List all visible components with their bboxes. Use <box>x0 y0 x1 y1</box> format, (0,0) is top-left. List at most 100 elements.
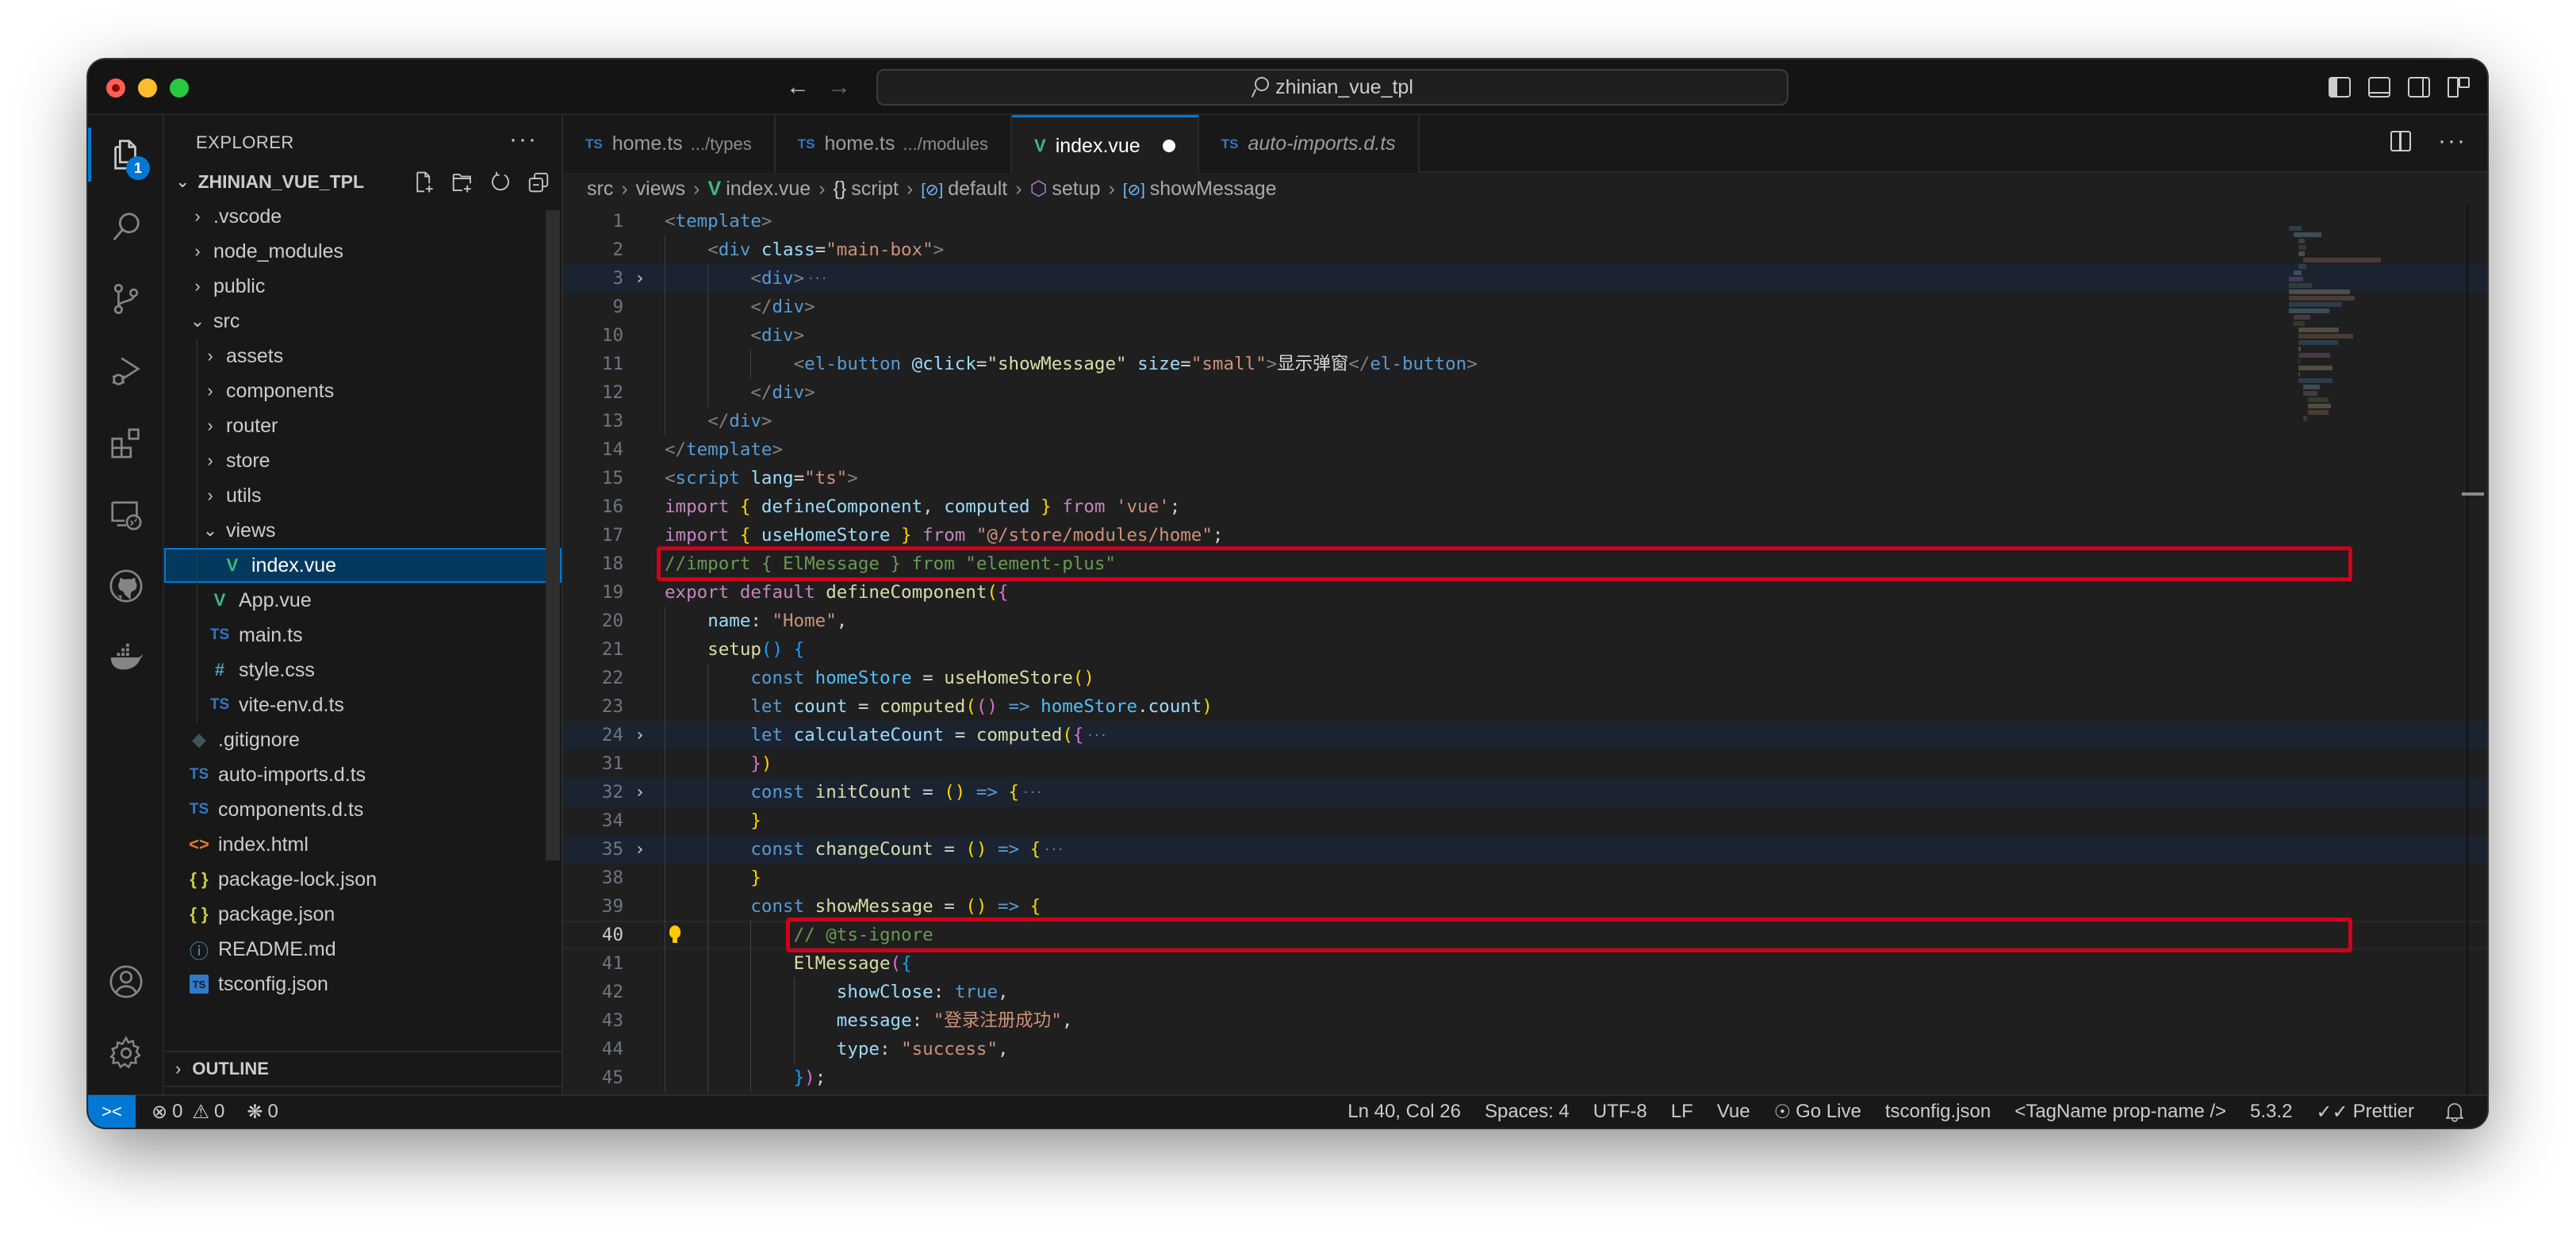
code-line[interactable]: 16 import { defineComponent, computed } f… <box>563 492 2487 521</box>
tree-file[interactable]: TS tsconfig.json <box>164 967 562 1000</box>
tree-folder[interactable]: › router <box>164 408 562 443</box>
fold-chevron-icon[interactable]: › <box>634 721 646 749</box>
code-line[interactable]: 38} <box>563 864 2487 892</box>
tree-folder[interactable]: ⌄ src <box>164 304 562 339</box>
code-line[interactable]: 43 message: "登录注册成功", <box>563 1006 2487 1035</box>
code-line[interactable]: 44 type: "success", <box>563 1035 2487 1063</box>
tab-home-ts[interactable]: TS home.ts .../types <box>563 115 776 173</box>
tree-folder[interactable]: › store <box>164 443 562 478</box>
code-line[interactable]: 15 <script lang="ts"> <box>563 464 2487 492</box>
code-line[interactable]: 34} <box>563 806 2487 835</box>
tree-folder[interactable]: › assets <box>164 339 562 374</box>
more-actions-icon[interactable]: ··· <box>2438 129 2467 153</box>
end-of-line[interactable]: LF <box>1671 1101 1693 1123</box>
code-line[interactable]: 12 </div> <box>563 378 2487 407</box>
code-line[interactable]: 42 showClose: true, <box>563 978 2487 1006</box>
code-line[interactable]: 24 › let calculateCount = computed({··· <box>563 721 2487 749</box>
code-editor[interactable]: 1 <template> 2 <div class="main-box"> 3 › <div… <box>563 207 2487 1094</box>
tree-file[interactable]: TS auto-imports.d.ts <box>164 757 562 792</box>
fold-chevron-icon[interactable]: › <box>634 264 646 293</box>
breadcrumb-item[interactable]: [⊘] default <box>921 178 1007 201</box>
activity-search[interactable] <box>88 194 164 261</box>
activity-docker[interactable] <box>88 624 164 691</box>
activity-source-control[interactable] <box>88 266 164 332</box>
folded-ellipsis-icon[interactable]: ··· <box>1022 787 1042 799</box>
code-line[interactable]: 31}) <box>563 749 2487 778</box>
activity-github[interactable] <box>88 553 164 619</box>
tree-folder[interactable]: › node_modules <box>164 234 562 269</box>
encoding[interactable]: UTF-8 <box>1593 1101 1647 1123</box>
tree-folder[interactable]: › .vscode <box>164 199 562 234</box>
code-line[interactable]: 39 const showMessage = () => { <box>563 892 2487 921</box>
collapse-all-icon[interactable] <box>527 170 550 194</box>
new-file-icon[interactable] <box>412 170 436 194</box>
activity-manage[interactable] <box>88 1020 164 1086</box>
folded-ellipsis-icon[interactable]: ··· <box>1044 844 1064 856</box>
tree-file[interactable]: { } package-lock.json <box>164 862 562 897</box>
activity-explorer[interactable]: 1 <box>88 121 164 188</box>
tab-auto-imports-d-ts[interactable]: TS auto-imports.d.ts <box>1198 115 1420 173</box>
breadcrumb-item[interactable]: {} script <box>834 178 899 201</box>
code-line[interactable]: 18 //import { ElMessage } from "element-p… <box>563 550 2487 578</box>
fold-chevron-icon[interactable]: › <box>634 835 646 864</box>
toggle-primary-sidebar-icon[interactable] <box>2329 77 2351 98</box>
code-line[interactable]: 45}); <box>563 1063 2487 1092</box>
code-line[interactable]: 11 <el-button @click="showMessage" size="… <box>563 350 2487 378</box>
tree-file[interactable]: V App.vue <box>164 583 562 618</box>
new-folder-icon[interactable] <box>450 170 474 194</box>
code-line[interactable]: 40 // @ts-ignore <box>563 921 2487 949</box>
code-line[interactable]: 22 const homeStore = useHomeStore() <box>563 664 2487 692</box>
indentation[interactable]: Spaces: 4 <box>1485 1101 1570 1123</box>
cursor-position[interactable]: Ln 40, Col 26 <box>1347 1101 1461 1123</box>
language-mode[interactable]: Vue <box>1717 1101 1750 1123</box>
code-line[interactable]: 35 › const changeCount = () => {··· <box>563 835 2487 864</box>
breadcrumb-item[interactable]: views <box>636 178 686 201</box>
code-line[interactable]: 1 <template> <box>563 207 2487 236</box>
remote-indicator[interactable]: >< <box>88 1095 136 1128</box>
minimize-window-button[interactable] <box>138 79 157 98</box>
toggle-secondary-sidebar-icon[interactable] <box>2408 77 2430 98</box>
tree-folder[interactable]: › public <box>164 269 562 304</box>
tree-file[interactable]: TS vite-env.d.ts <box>164 688 562 722</box>
typescript-version[interactable]: 5.3.2 <box>2250 1101 2292 1123</box>
code-line[interactable]: 19 export default defineComponent({ <box>563 578 2487 607</box>
close-window-button[interactable] <box>106 79 125 98</box>
code-line[interactable]: 21 setup() { <box>563 635 2487 664</box>
lightbulb-icon[interactable] <box>669 925 680 944</box>
editor-scrollbar[interactable] <box>2467 205 2487 1094</box>
code-line[interactable]: 9 </div> <box>563 293 2487 321</box>
refresh-icon[interactable] <box>489 170 512 194</box>
tree-file[interactable]: TS main.ts <box>164 618 562 653</box>
notifications-button[interactable] <box>2446 1101 2463 1122</box>
tree-folder[interactable]: › utils <box>164 478 562 513</box>
tree-file[interactable]: { } package.json <box>164 897 562 932</box>
split-editor-icon[interactable] <box>2390 131 2412 151</box>
command-center-search[interactable]: zhinian_vue_tpl <box>876 69 1788 105</box>
prettier-indicator[interactable]: ✓✓ Prettier <box>2316 1101 2414 1124</box>
code-line[interactable]: 2 <div class="main-box"> <box>563 236 2487 264</box>
project-header[interactable]: ⌄ ZHINIAN_VUE_TPL <box>164 164 562 199</box>
problems-indicator[interactable]: ⊗ 0 ⚠ 0 <box>151 1101 224 1124</box>
toggle-panel-icon[interactable] <box>2368 77 2390 98</box>
tab-home-ts[interactable]: TS home.ts .../modules <box>775 115 1012 173</box>
tree-file[interactable]: <> index.html <box>164 827 562 862</box>
code-line[interactable]: 41 ElMessage({ <box>563 949 2487 978</box>
breadcrumb-item[interactable]: src <box>587 178 613 201</box>
tsconfig-indicator[interactable]: tsconfig.json <box>1885 1101 1991 1123</box>
tree-file[interactable]: TS components.d.ts <box>164 792 562 827</box>
breadcrumb-item[interactable]: Vindex.vue <box>708 178 811 201</box>
code-line[interactable]: 14 </template> <box>563 435 2487 464</box>
code-line[interactable]: 23 let count = computed(() => homeStore.c… <box>563 692 2487 721</box>
tree-file[interactable]: ⓘ README.md <box>164 932 562 967</box>
maximize-window-button[interactable] <box>170 79 189 98</box>
customize-layout-icon[interactable] <box>2448 77 2470 98</box>
tree-file[interactable]: # style.css <box>164 653 562 688</box>
breadcrumb-item[interactable]: ⬡ setup <box>1030 177 1101 201</box>
arrow-right-icon[interactable]: → <box>827 74 851 101</box>
breadcrumb-item[interactable]: [⊘] showMessage <box>1123 178 1277 201</box>
folded-ellipsis-icon[interactable]: ··· <box>1087 730 1106 742</box>
code-line[interactable]: 13 </div> <box>563 407 2487 435</box>
tag-format-indicator[interactable]: <TagName prop-name /> <box>2014 1101 2226 1123</box>
tree-folder[interactable]: ⌄ views <box>164 513 562 548</box>
code-line[interactable]: 10 <div> <box>563 321 2487 350</box>
